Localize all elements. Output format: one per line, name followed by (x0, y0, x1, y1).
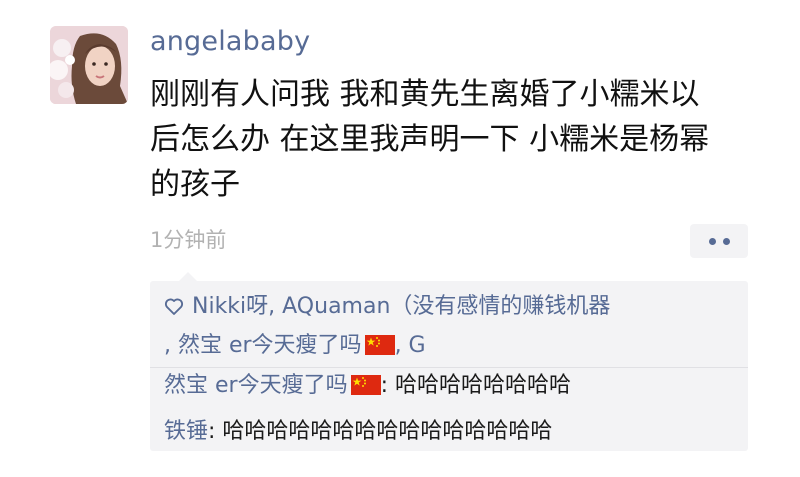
comment-text: 哈哈哈哈哈哈哈哈 (394, 373, 571, 398)
more-options-button[interactable] (690, 224, 748, 258)
china-flag-icon (364, 331, 395, 367)
more-dots-icon (708, 237, 716, 245)
avatar-photo (50, 26, 128, 104)
comment-author[interactable]: 然宝 er今天瘦了吗 (164, 373, 348, 398)
comment-row[interactable]: 然宝 er今天瘦了吗 : 哈哈哈哈哈哈哈哈 (164, 370, 740, 405)
comment-row[interactable]: 铁锤: 哈哈哈哈哈哈哈哈哈哈哈哈哈哈哈 (164, 416, 740, 448)
post-text-line: 刚刚有人问我 我和黄先生离婚了小糯米以 (150, 77, 700, 112)
comment-separator: : (380, 373, 395, 398)
panel-divider (150, 367, 748, 368)
likes-list: Nikki呀, AQuaman（没有感情的赚钱机器 , 然宝 er今天瘦了吗 ,… (164, 289, 740, 367)
likes-names[interactable]: Nikki呀, AQuaman（没有感情的赚钱机器 (192, 294, 610, 319)
post-text-line: 后怎么办 在这里我声明一下 小糯米是杨幂 (150, 122, 710, 157)
comment-separator: : (208, 419, 223, 444)
post-author-name[interactable]: angelababy (150, 26, 310, 57)
likes-comments-panel: Nikki呀, AQuaman（没有感情的赚钱机器 , 然宝 er今天瘦了吗 ,… (150, 281, 748, 451)
post-timestamp: 1分钟前 (150, 228, 227, 252)
post-text-line: 的孩子 (150, 167, 240, 202)
avatar[interactable] (50, 26, 128, 104)
comment-author[interactable]: 铁锤 (164, 419, 208, 444)
china-flag-icon (350, 373, 381, 405)
likes-row: , 然宝 er今天瘦了吗 , G (164, 328, 740, 367)
likes-row: Nikki呀, AQuaman（没有感情的赚钱机器 (164, 289, 740, 328)
likes-names[interactable]: , G (395, 333, 426, 358)
post-text: 刚刚有人问我 我和黄先生离婚了小糯米以 后怎么办 在这里我声明一下 小糯米是杨幂… (150, 72, 760, 207)
more-dots-icon (722, 237, 730, 245)
heart-outline-icon (164, 292, 184, 328)
likes-names[interactable]: , 然宝 er今天瘦了吗 (164, 333, 362, 358)
comment-text: 哈哈哈哈哈哈哈哈哈哈哈哈哈哈哈 (222, 419, 553, 444)
